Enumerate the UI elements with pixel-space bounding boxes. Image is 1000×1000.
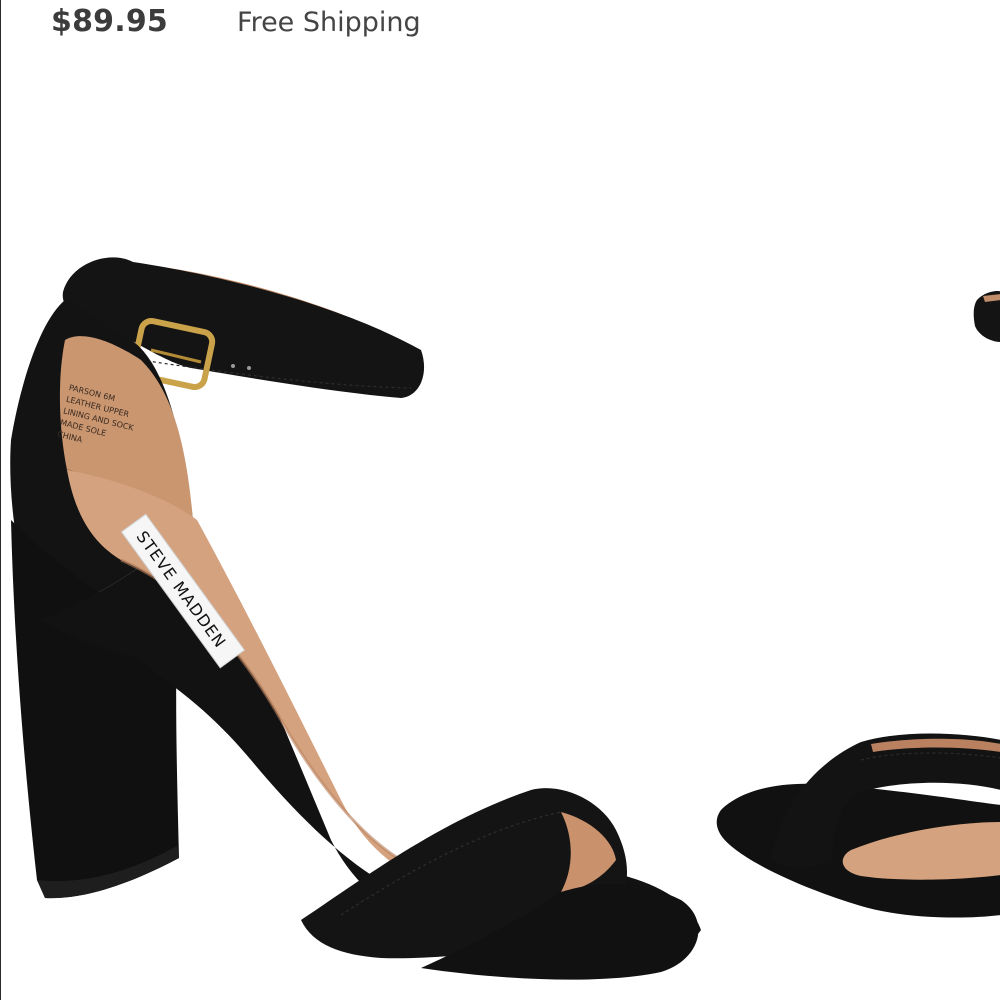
- sandal-illustration: PARSON 6M LEATHER UPPER LINING AND SOCK …: [10, 257, 1000, 980]
- shipping-label[interactable]: Free Shipping: [237, 7, 421, 38]
- product-listing-page: $89.95 Free Shipping PARSON 6M LEATHER U…: [0, 0, 1000, 1000]
- product-image[interactable]: PARSON 6M LEATHER UPPER LINING AND SOCK …: [1, 0, 1000, 1000]
- main-sandal: PARSON 6M LEATHER UPPER LINING AND SOCK …: [10, 257, 701, 980]
- second-sandal: [716, 291, 1000, 918]
- price-info-bar: $89.95 Free Shipping: [1, 0, 1000, 52]
- price-label: $89.95: [51, 4, 168, 39]
